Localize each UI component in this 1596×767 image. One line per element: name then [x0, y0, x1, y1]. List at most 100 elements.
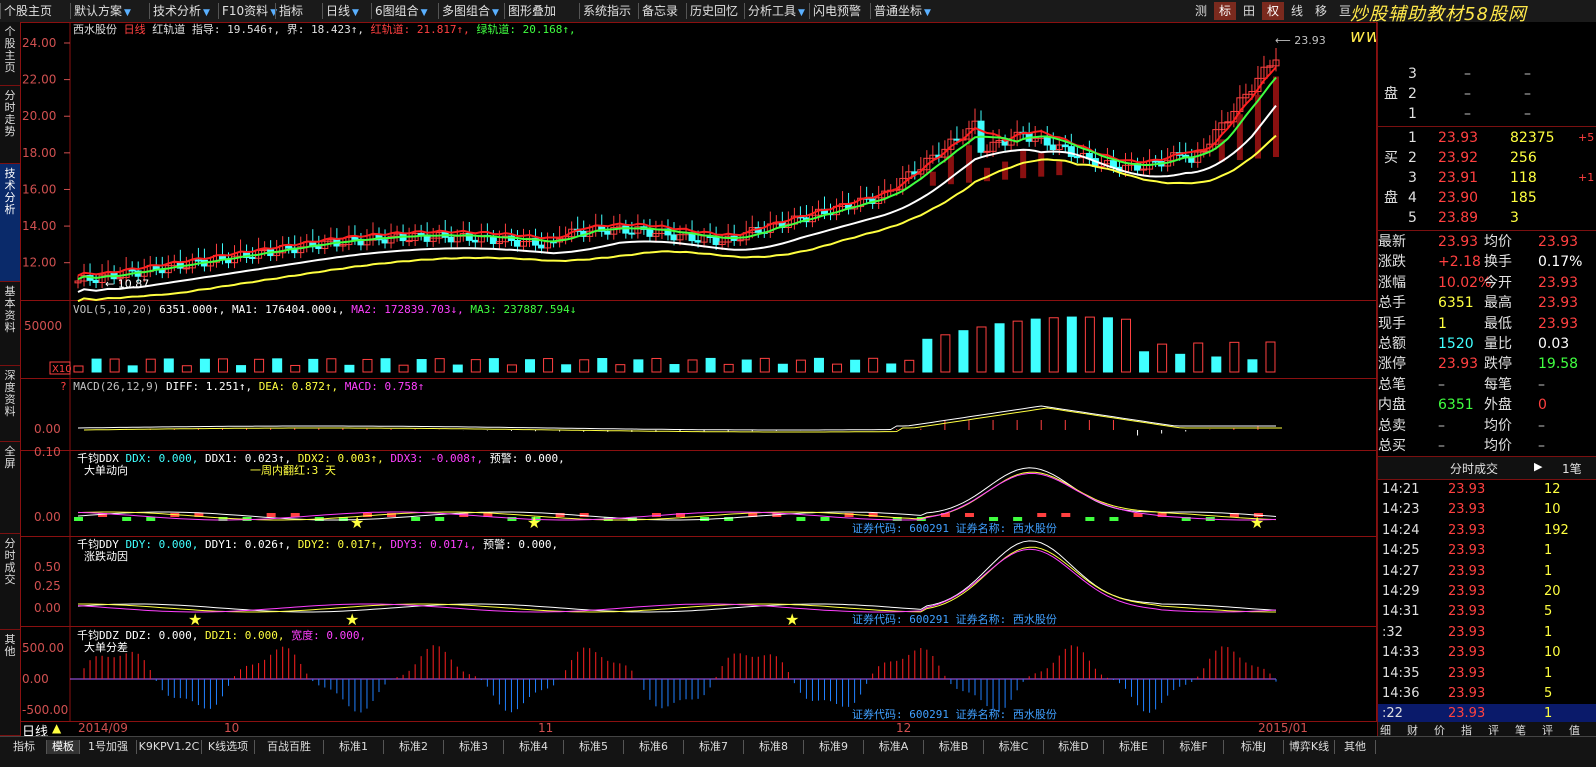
- toolbar-toggle-5[interactable]: 移: [1310, 2, 1332, 20]
- volume-bar: [759, 357, 770, 373]
- toolbar-item-11[interactable]: 历史回忆: [690, 2, 738, 20]
- toolbar-toggle-2[interactable]: 田: [1238, 2, 1260, 20]
- template-tab-11[interactable]: 标准6: [624, 740, 684, 754]
- toolbar-item-6[interactable]: 6图组合 ▼: [375, 2, 428, 20]
- trades-tab[interactable]: 1笔: [1562, 460, 1582, 477]
- quote-row: 现手 1 最低 23.93: [1378, 314, 1596, 334]
- price-tick-label: 16.00: [22, 182, 56, 196]
- trade-row: 14:27 23.93 1: [1378, 562, 1596, 582]
- quote-row: 总买 – 均价 –: [1378, 436, 1596, 456]
- green-track-value: 绿轨道: 20.168↑,: [476, 23, 576, 36]
- toolbar-item-10[interactable]: 备忘录: [642, 2, 678, 20]
- trade-volume: 10: [1544, 645, 1561, 661]
- quote-row: 盘 2 – –: [1378, 84, 1596, 104]
- ddx-legend-ddx: DDX: 0.000,: [125, 452, 199, 465]
- trade-price: 23.93: [1448, 686, 1486, 701]
- ddy-legend-ddy: DDY: 0.000,: [125, 538, 199, 551]
- macd-question-icon[interactable]: ?: [60, 380, 67, 393]
- toolbar-item-7[interactable]: 多图组合 ▼: [442, 2, 499, 20]
- macd-legend-dea: DEA: 0.872↑,: [258, 380, 339, 393]
- play-icon[interactable]: ▶: [1534, 460, 1542, 473]
- toolbar-item-label: 闪电预警: [813, 4, 862, 18]
- left-tab-0[interactable]: 个股主页: [0, 22, 20, 86]
- template-tab-22[interactable]: 博弈K线: [1284, 740, 1335, 754]
- left-tab-7[interactable]: 其他: [0, 630, 20, 736]
- toolbar-item-9[interactable]: 系统指示: [583, 2, 631, 20]
- toolbar-item-8[interactable]: 图形叠加: [508, 2, 556, 20]
- template-tab-3[interactable]: K9KPV1.2C: [137, 740, 202, 754]
- divider: [1378, 126, 1596, 127]
- template-tab-1[interactable]: 模板: [47, 740, 80, 754]
- left-tab-1[interactable]: 分时走势: [0, 86, 20, 164]
- volume-bar: [1265, 341, 1276, 373]
- template-tab-17[interactable]: 标准C: [984, 740, 1044, 754]
- ddz-legend-width: 宽度: 0.000,: [291, 629, 367, 642]
- volume-bar: [181, 365, 192, 373]
- toolbar-item-14[interactable]: 普通坐标 ▼: [874, 2, 931, 20]
- template-tab-7[interactable]: 标准2: [384, 740, 444, 754]
- dropdown-arrow-icon: ▼: [203, 8, 210, 18]
- left-tab-5[interactable]: 全屏: [0, 442, 20, 534]
- template-tab-8[interactable]: 标准3: [444, 740, 504, 754]
- candle-body: [646, 228, 654, 237]
- template-tab-18[interactable]: 标准D: [1044, 740, 1104, 754]
- template-tab-5[interactable]: 百战百胜: [255, 740, 324, 754]
- left-tab-4[interactable]: 深度资料: [0, 366, 20, 442]
- template-tab-20[interactable]: 标准F: [1164, 740, 1224, 754]
- left-tab-6[interactable]: 分时成交: [0, 534, 20, 630]
- template-tab-2[interactable]: 1号加强: [80, 740, 137, 754]
- high-price-label: ⟵ 23.93: [1275, 34, 1326, 47]
- left-tab-3[interactable]: 基本资料: [0, 282, 20, 366]
- stock-name: 西水股份: [73, 23, 117, 36]
- toolbar-item-5[interactable]: 日线 ▼: [326, 2, 359, 20]
- toolbar-item-12[interactable]: 分析工具 ▼: [748, 2, 805, 20]
- trade-time: :32: [1382, 624, 1403, 640]
- template-tab-23[interactable]: 其他: [1335, 740, 1376, 754]
- volume-bar: [795, 359, 806, 373]
- toolbar-toggle-0[interactable]: 测: [1190, 2, 1212, 20]
- template-tab-6[interactable]: 标准1: [324, 740, 384, 754]
- template-tab-14[interactable]: 标准9: [804, 740, 864, 754]
- toolbar-item-3[interactable]: F10资料 ▼: [222, 2, 277, 20]
- toolbar-toggle-4[interactable]: 线: [1286, 2, 1308, 20]
- toolbar-toggle-3[interactable]: 权: [1262, 2, 1284, 20]
- template-tab-19[interactable]: 标准E: [1104, 740, 1164, 754]
- sell-volume: –: [1524, 86, 1531, 102]
- toolbar-separator: [0, 3, 1, 19]
- template-tab-16[interactable]: 标准B: [924, 740, 984, 754]
- trade-price: 23.93: [1448, 665, 1486, 681]
- stat-label: 涨幅: [1378, 274, 1406, 291]
- template-tab-9[interactable]: 标准4: [504, 740, 564, 754]
- toolbar-item-13[interactable]: 闪电预警: [813, 2, 861, 20]
- template-tab-4[interactable]: K线选项: [202, 740, 255, 754]
- toolbar-item-4[interactable]: 指标: [279, 2, 303, 20]
- toolbar-item-label: 技术分析: [153, 4, 202, 18]
- volume-bar: [308, 358, 319, 373]
- candle-body: [953, 138, 961, 141]
- toolbar-item-2[interactable]: 技术分析 ▼: [153, 2, 210, 20]
- volume-bar: [615, 364, 626, 373]
- date-axis: 日线 ▲ 2014/09 10 11 12 2015/01: [20, 721, 1377, 740]
- volume-bar: [109, 358, 120, 373]
- template-tab-0[interactable]: 指标: [2, 740, 47, 754]
- ddy3-line: [77, 548, 1277, 613]
- toolbar-item-0[interactable]: 个股主页: [4, 2, 52, 20]
- volume-bar: [236, 365, 247, 373]
- template-tab-10[interactable]: 标准5: [564, 740, 624, 754]
- ddx-bar: [1013, 517, 1023, 521]
- toolbar-toggle-1[interactable]: 标: [1214, 2, 1236, 20]
- candle-body: [471, 239, 479, 243]
- macd-diff-line: [77, 405, 1276, 431]
- template-tab-21[interactable]: 标准J: [1224, 740, 1284, 754]
- warning-triangle-icon[interactable]: ▲: [52, 721, 61, 735]
- left-tab-2[interactable]: 技术分析: [0, 164, 20, 282]
- template-tab-15[interactable]: 标准A: [864, 740, 924, 754]
- template-tab-13[interactable]: 标准8: [744, 740, 804, 754]
- toolbar-item-1[interactable]: 默认方案 ▼: [74, 2, 131, 20]
- quote-row: 1 – –: [1378, 104, 1596, 124]
- ddx-bar: [964, 513, 974, 517]
- vol-legend-value: 6351.000↑,: [159, 303, 226, 316]
- toolbar-separator: [371, 3, 372, 19]
- dropdown-arrow-icon: ▼: [492, 8, 499, 18]
- template-tab-12[interactable]: 标准7: [684, 740, 744, 754]
